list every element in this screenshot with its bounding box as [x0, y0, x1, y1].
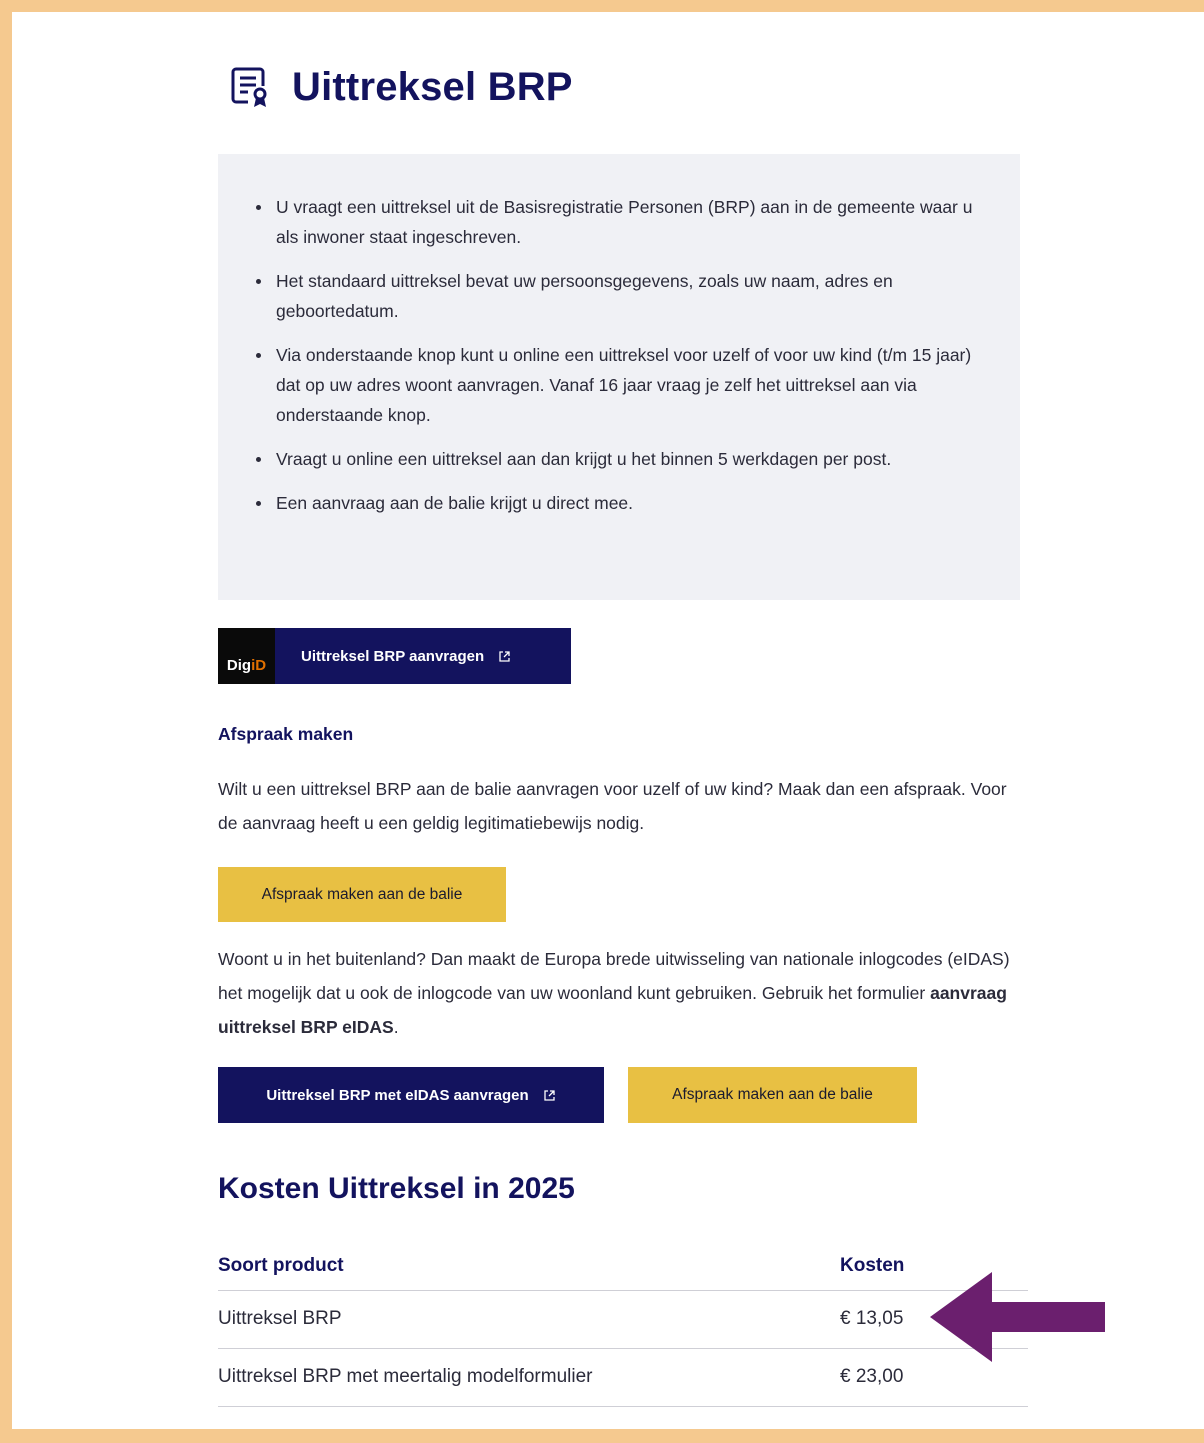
eidas-request-button-label: Uittreksel BRP met eIDAS aanvragen: [266, 1086, 529, 1104]
table-row: Uittreksel BRP met meertalig modelformul…: [218, 1348, 1028, 1407]
page-frame: Uittreksel BRP U vraagt een uittreksel u…: [12, 12, 1204, 1429]
appointment-heading: Afspraak maken: [218, 724, 354, 744]
info-box: U vraagt een uittreksel uit de Basisregi…: [218, 154, 1020, 600]
certificate-document-icon: [231, 67, 267, 107]
info-item: Vraagt u online een uittreksel aan dan k…: [256, 444, 980, 474]
abroad-appointment-button[interactable]: Afspraak maken aan de balie: [628, 1067, 917, 1123]
digid-request-button-label: Uittreksel BRP aanvragen: [301, 647, 485, 665]
info-item: Via onderstaande knop kunt u online een …: [256, 340, 980, 430]
costs-table: Soort product Kosten Uittreksel BRP € 13…: [218, 1242, 1028, 1407]
info-item: Het standaard uittreksel bevat uw persoo…: [256, 266, 980, 326]
digid-button-group: Dig iD Uittreksel BRP aanvragen: [218, 628, 571, 684]
abroad-text: Woont u in het buitenland? Dan maakt de …: [218, 949, 1010, 1037]
costs-title: Kosten Uittreksel in 2025: [218, 1172, 575, 1205]
product-cell: Uittreksel BRP met meertalig modelformul…: [218, 1348, 840, 1407]
digid-logo: Dig iD: [218, 628, 275, 684]
table-header-row: Soort product Kosten: [218, 1242, 1028, 1291]
info-item: Een aanvraag aan de balie krijgt u direc…: [256, 488, 980, 518]
digid-request-button[interactable]: Uittreksel BRP aanvragen: [275, 628, 571, 684]
external-link-icon: [544, 1089, 555, 1101]
appointment-button[interactable]: Afspraak maken aan de balie: [218, 867, 506, 922]
header-product: Soort product: [218, 1242, 840, 1291]
product-cell: Uittreksel BRP: [218, 1290, 840, 1349]
arrow-left-icon: [930, 1272, 1105, 1362]
external-link-icon: [499, 650, 510, 662]
page-title: Uittreksel BRP: [292, 64, 573, 109]
eidas-request-button[interactable]: Uittreksel BRP met eIDAS aanvragen: [218, 1067, 604, 1123]
appointment-text: Wilt u een uittreksel BRP aan de balie a…: [218, 779, 1007, 833]
info-item: U vraagt een uittreksel uit de Basisregi…: [256, 192, 980, 252]
table-row: Uittreksel BRP € 13,05: [218, 1290, 1028, 1349]
info-list: U vraagt een uittreksel uit de Basisregi…: [256, 192, 980, 518]
title-row: Uittreksel BRP: [218, 52, 573, 122]
